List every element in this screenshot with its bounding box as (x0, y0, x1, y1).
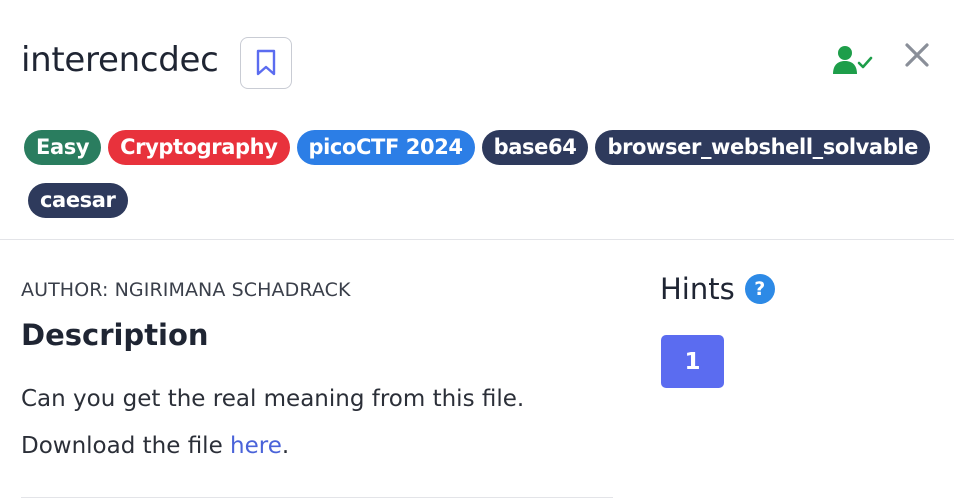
close-icon (905, 43, 929, 67)
hints-section-title: Hints ? (660, 272, 775, 306)
challenge-header: interencdec Easy Cryptography picoCTF 20… (0, 0, 954, 240)
description-text: Can you get the real meaning from this f… (21, 386, 525, 412)
hint-button-1[interactable]: 1 (661, 335, 724, 388)
close-button[interactable] (900, 38, 934, 72)
download-line: Download the file here. (21, 433, 289, 459)
tag-category[interactable]: Cryptography (108, 130, 290, 165)
author-label: AUTHOR: NGIRIMANA SCHADRACK (21, 279, 351, 301)
divider (21, 497, 613, 498)
tag-event[interactable]: picoCTF 2024 (296, 130, 475, 165)
description-heading: Description (21, 318, 209, 352)
challenge-title: interencdec (21, 40, 219, 80)
bookmark-icon (256, 49, 276, 76)
tag-list: Easy Cryptography picoCTF 2024 base64 br… (24, 130, 930, 236)
tag-row: caesar (24, 183, 924, 218)
tag-base64[interactable]: base64 (481, 130, 589, 165)
tag-browser-webshell[interactable]: browser_webshell_solvable (595, 130, 930, 165)
user-check-icon (833, 46, 873, 74)
help-icon[interactable]: ? (744, 274, 775, 304)
tag-caesar[interactable]: caesar (28, 183, 128, 218)
tag-row: Easy Cryptography picoCTF 2024 base64 br… (24, 130, 930, 165)
tag-difficulty[interactable]: Easy (24, 130, 102, 165)
hints-label: Hints (660, 272, 735, 306)
download-link[interactable]: here (230, 433, 282, 459)
download-suffix: . (281, 433, 290, 459)
bookmark-button[interactable] (240, 37, 292, 89)
download-prefix: Download the file (21, 433, 231, 459)
